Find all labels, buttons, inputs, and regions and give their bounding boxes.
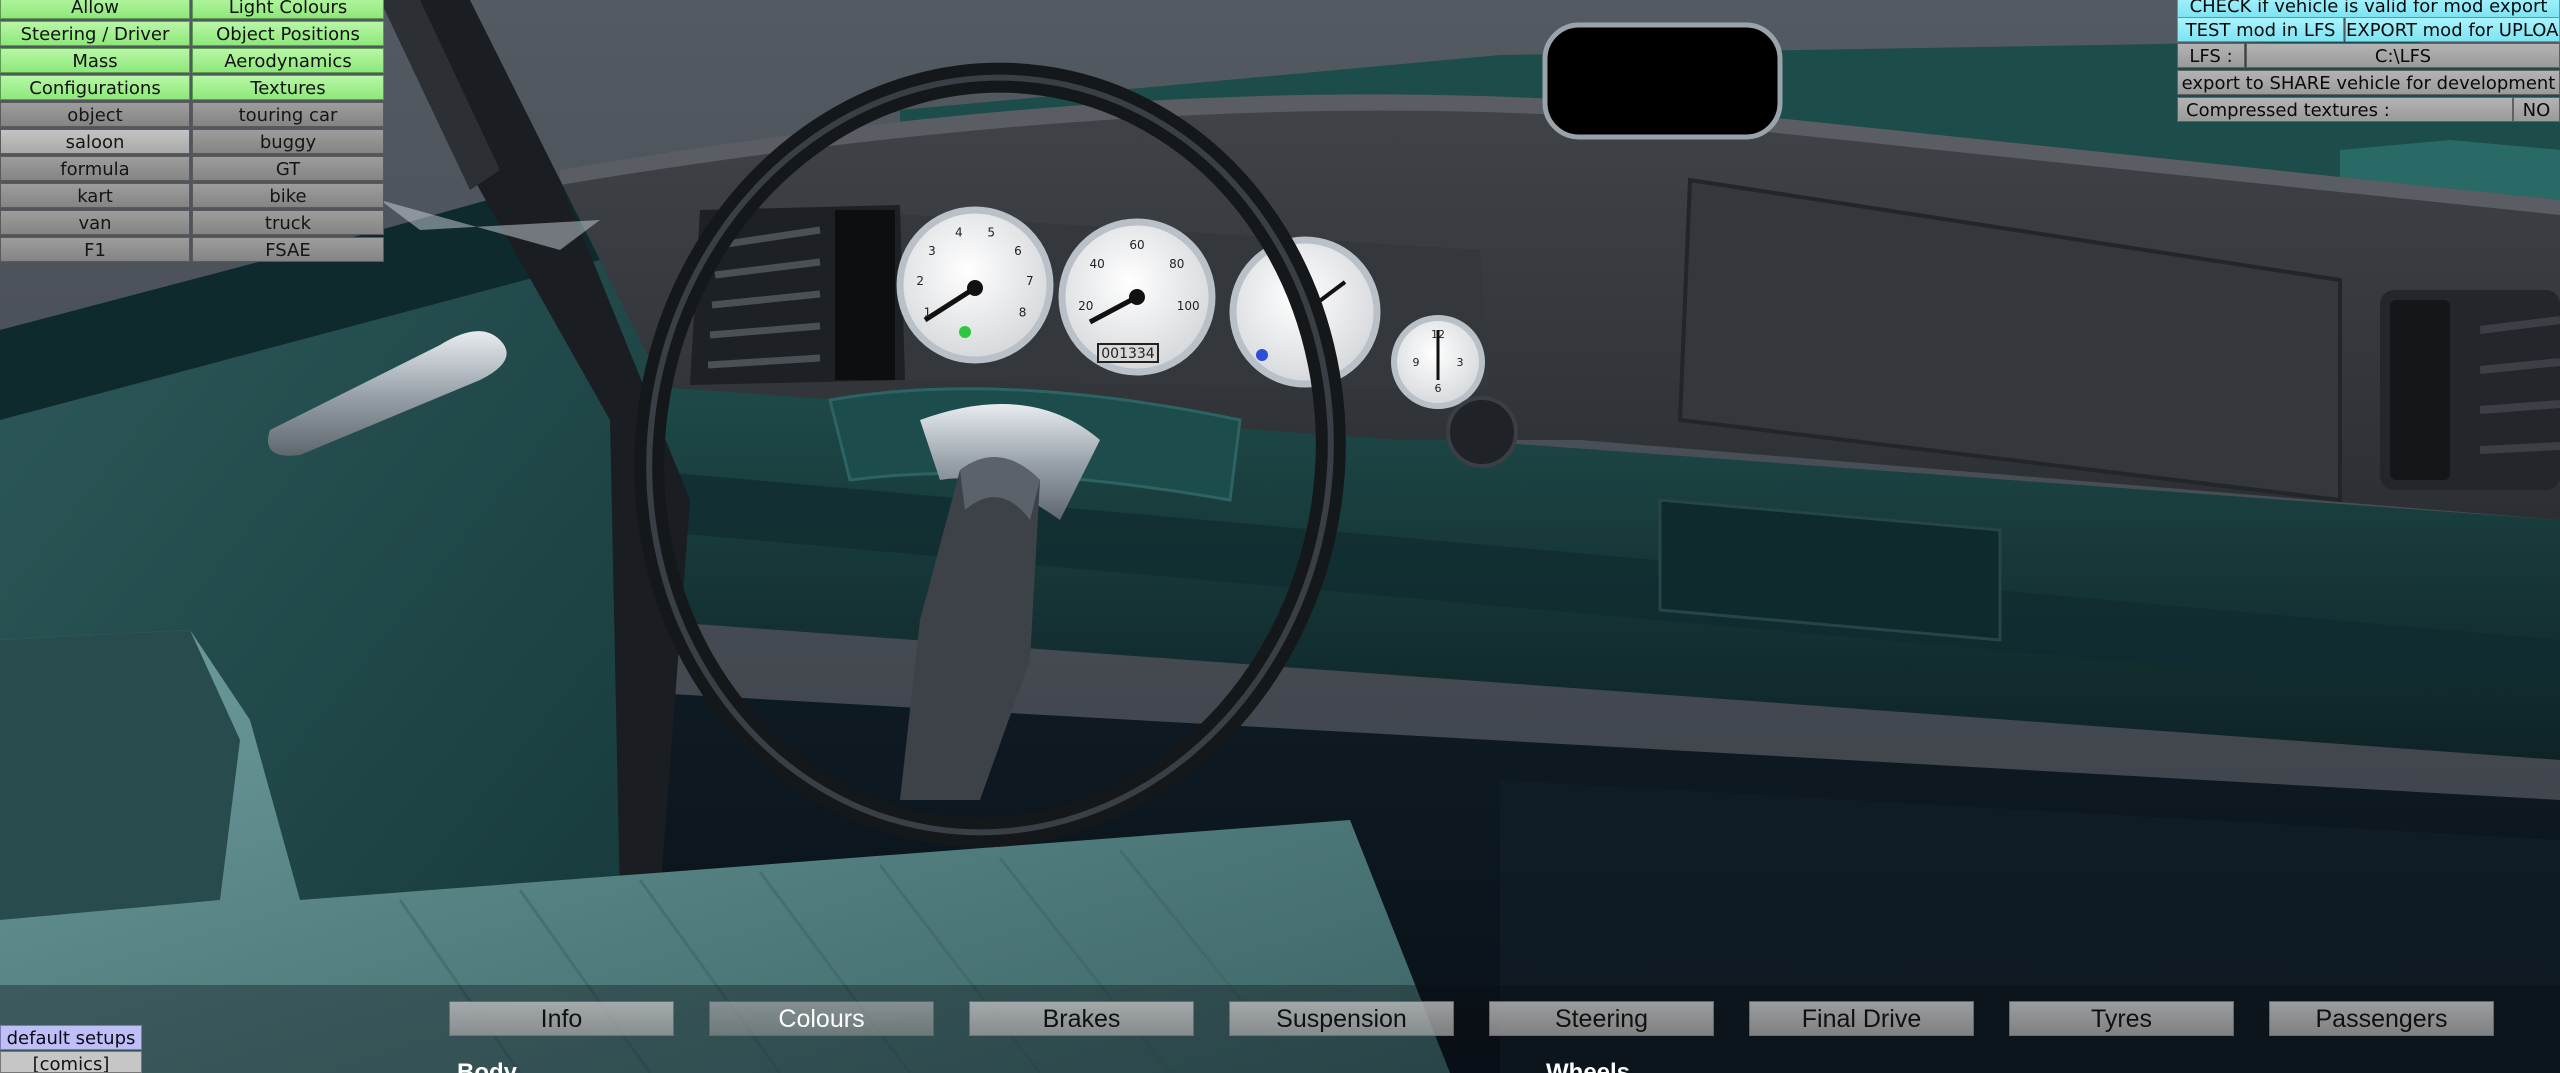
lfs-path-label: LFS : <box>2177 43 2245 68</box>
category-button-f1[interactable]: F1 <box>0 237 190 262</box>
category-button-van[interactable]: van <box>0 210 190 235</box>
category-button-allow[interactable]: Allow <box>0 0 190 19</box>
category-button-gt[interactable]: GT <box>192 156 384 181</box>
cockpit-viewport[interactable] <box>0 0 2560 1073</box>
category-button-kart[interactable]: kart <box>0 183 190 208</box>
category-button-touring-car[interactable]: touring car <box>192 102 384 127</box>
vehicle-editor: 12345678 20 40 60 80 100 12 3 6 9 001334 Allow L… <box>0 0 2560 1073</box>
category-button-light-colours[interactable]: Light Colours <box>192 0 384 19</box>
category-button-steering-driver[interactable]: Steering / Driver <box>0 21 190 46</box>
category-button-fsae[interactable]: FSAE <box>192 237 384 262</box>
tab-suspension[interactable]: Suspension <box>1229 1001 1454 1036</box>
comics-button[interactable]: [comics] <box>0 1051 142 1073</box>
category-button-saloon[interactable]: saloon <box>0 129 190 154</box>
category-button-buggy[interactable]: buggy <box>192 129 384 154</box>
category-button-bike[interactable]: bike <box>192 183 384 208</box>
lfs-path-field[interactable]: C:\LFS <box>2246 43 2560 68</box>
category-button-object-positions[interactable]: Object Positions <box>192 21 384 46</box>
category-button-textures[interactable]: Textures <box>192 75 384 100</box>
tab-tyres[interactable]: Tyres <box>2009 1001 2234 1036</box>
tab-info[interactable]: Info <box>449 1001 674 1036</box>
tab-steering[interactable]: Steering <box>1489 1001 1714 1036</box>
tab-colours[interactable]: Colours <box>709 1001 934 1036</box>
wheels-section-label: Wheels <box>1546 1059 1631 1073</box>
tab-passengers[interactable]: Passengers <box>2269 1001 2494 1036</box>
category-button-mass[interactable]: Mass <box>0 48 190 73</box>
category-button-configurations[interactable]: Configurations <box>0 75 190 100</box>
check-vehicle-button[interactable]: CHECK if vehicle is valid for mod export <box>2177 0 2560 18</box>
test-mod-button[interactable]: TEST mod in LFS <box>2177 17 2344 42</box>
compressed-textures-toggle[interactable]: NO <box>2513 97 2560 122</box>
tab-brakes[interactable]: Brakes <box>969 1001 1194 1036</box>
category-button-object[interactable]: object <box>0 102 190 127</box>
default-setups-button[interactable]: default setups <box>0 1025 142 1050</box>
tab-final-drive[interactable]: Final Drive <box>1749 1001 1974 1036</box>
export-mod-button[interactable]: EXPORT mod for UPLOAD <box>2345 17 2560 42</box>
export-share-button[interactable]: export to SHARE vehicle for development <box>2177 70 2560 95</box>
compressed-textures-label: Compressed textures : <box>2177 97 2513 122</box>
body-section-label: Body <box>457 1059 517 1073</box>
category-button-formula[interactable]: formula <box>0 156 190 181</box>
category-button-aerodynamics[interactable]: Aerodynamics <box>192 48 384 73</box>
category-button-truck[interactable]: truck <box>192 210 384 235</box>
